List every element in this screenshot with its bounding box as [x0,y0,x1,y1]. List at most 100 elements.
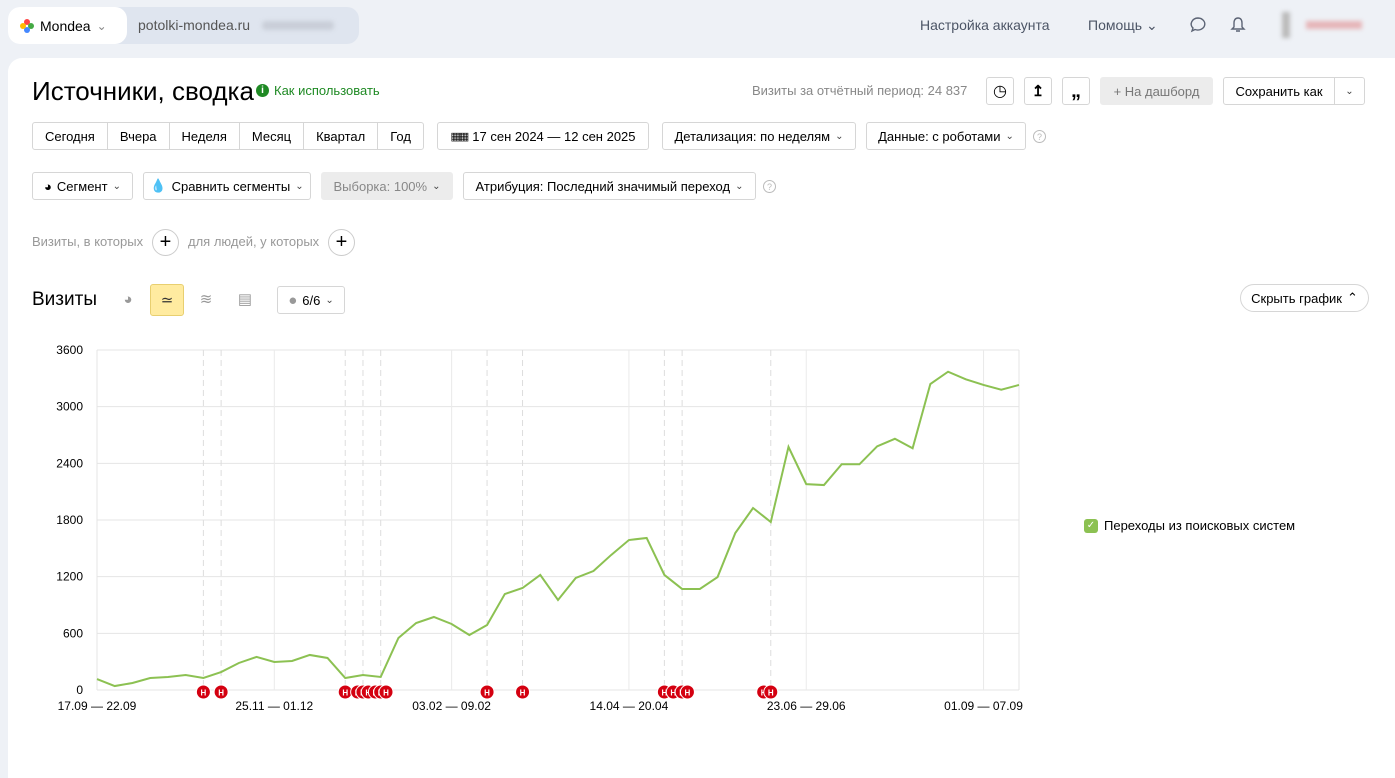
detail-label: Детализация: по неделям [674,128,831,144]
user-name-blurred[interactable] [1306,21,1362,29]
upload-icon: ↥ [1031,83,1045,100]
chevron-down-icon: ⌄ [835,130,844,142]
y-tick-label: 3000 [56,400,83,414]
annotation-marker-label: Н [685,689,691,698]
chevron-down-icon: ⌄ [295,180,304,192]
bell-icon[interactable] [1230,16,1246,34]
save-as-dropdown[interactable]: ⌄ [1334,77,1365,105]
x-tick-label: 25.11 — 01.12 [235,699,313,713]
period-month[interactable]: Месяц [240,123,305,149]
x-tick-label: 17.09 — 22.09 [58,699,137,713]
attribution-label: Атрибуция: Последний значимый переход [475,178,731,194]
attribution-dropdown[interactable]: Атрибуция: Последний значимый переход ⌄ [463,172,756,200]
how-to-label: Как использовать [274,83,380,98]
counter-selector[interactable]: Mondea ⌄ [8,7,127,44]
hide-chart-label: Скрыть график [1251,290,1342,306]
chevron-down-icon: ⌄ [432,180,441,192]
annotation-marker-label: Н [218,689,224,698]
chevron-up-icon: ⌃ [1346,290,1358,305]
annotation-marker-label: Н [768,689,774,698]
to-dashboard-button[interactable]: + На дашборд [1100,77,1213,105]
sample-dropdown[interactable]: Выборка: 100% ⌄ [321,172,453,200]
period-year[interactable]: Год [378,123,423,149]
how-to-link[interactable]: i Как использовать [256,83,380,98]
clock-icon: ◷ [993,83,1007,100]
quote-icon: „ [1071,79,1081,102]
annotation-marker-label: Н [484,689,490,698]
chevron-down-icon: ⌄ [96,18,107,33]
compare-label: Сравнить сегменты [171,178,291,194]
hide-chart-button[interactable]: Скрыть график ⌃ [1240,284,1369,312]
chevron-down-icon: ⌄ [1345,85,1354,97]
series-line [96,370,1020,688]
account-settings-link[interactable]: Настройка аккаунта [920,17,1050,33]
date-range-picker[interactable]: ▦▦ 17 сен 2024 — 12 сен 2025 [437,122,649,150]
legend-item[interactable]: ✓ Переходы из поисковых систем [1084,518,1295,533]
segment-label: Сегмент [56,178,108,194]
annotation-marker-label: Н [383,689,389,698]
help-menu[interactable]: Помощь ⌄ [1088,17,1158,34]
add-visit-condition-button[interactable]: + [152,229,179,256]
pie-chart-icon[interactable]: ◕ [115,286,141,312]
chevron-down-icon: ⌄ [1005,130,1014,142]
export-button[interactable]: ↥ [1024,77,1052,105]
y-tick-label: 1200 [56,570,83,584]
avatar[interactable] [1282,12,1290,38]
chevron-down-icon: ⌄ [325,294,334,306]
segment-dropdown[interactable]: ◕ Сегмент ⌄ [32,172,133,200]
period-today[interactable]: Сегодня [33,123,108,149]
chevron-down-icon: ⌄ [1145,17,1158,33]
period-quarter[interactable]: Квартал [304,123,379,149]
site-name: potolki-mondea.ru [138,17,251,33]
date-range-label: 17 сен 2024 — 12 сен 2025 [472,128,636,144]
comment-icon: ● [288,291,298,309]
annotations-dropdown[interactable]: ● 6/6 ⌄ [277,286,345,314]
x-tick-label: 03.02 — 09.02 [412,699,491,713]
chat-icon[interactable] [1189,16,1207,34]
y-tick-label: 3600 [56,343,83,357]
annotations-count: 6/6 [302,292,321,308]
period-week[interactable]: Неделя [170,123,240,149]
y-tick-label: 0 [76,683,83,697]
chevron-down-icon: ⌄ [112,180,121,192]
help-icon[interactable]: ? [763,180,776,193]
period-selector: Сегодня Вчера Неделя Месяц Квартал Год [32,122,424,150]
chevron-down-icon: ⌄ [735,180,744,192]
pie-icon: ◕ [44,178,52,194]
info-icon: i [256,84,269,97]
area-chart-icon[interactable]: ≋ [193,286,219,312]
history-button[interactable]: ◷ [986,77,1014,105]
add-people-condition-button[interactable]: + [328,229,355,256]
x-tick-label: 14.04 — 20.04 [590,699,669,713]
counter-id-blurred [262,21,334,30]
sample-label: Выборка: 100% [333,178,428,194]
compare-segments-dropdown[interactable]: 💧 Сравнить сегменты ⌄ [143,172,311,200]
annotation-marker-label: Н [200,689,206,698]
chart-title: Визиты [32,289,97,310]
page-title: Источники, сводка [32,76,254,106]
legend-label: Переходы из поисковых систем [1104,518,1296,533]
counter-name: Mondea [40,17,91,34]
visits-total: Визиты за отчётный период: 24 837 [752,83,968,98]
line-chart-icon[interactable]: ≃ [150,284,184,316]
y-tick-label: 2400 [56,456,83,470]
y-tick-label: 1800 [56,513,83,527]
annotation-marker-label: Н [520,689,526,698]
period-yesterday[interactable]: Вчера [108,123,170,149]
bar-chart-icon[interactable]: ▤ [232,286,258,312]
checkbox-checked-icon[interactable]: ✓ [1084,518,1098,533]
drops-icon: 💧 [150,178,167,193]
visits-line-chart: 0 600 1200 1800 2400 3000 3600 17.09 — 22.09 25.… [56,343,1023,713]
quote-button[interactable]: „ [1062,77,1090,105]
mondea-logo-icon [20,18,34,33]
people-condition-label: для людей, у которых [188,234,320,249]
detail-dropdown[interactable]: Детализация: по неделям ⌄ [662,122,856,150]
help-icon[interactable]: ? [1033,130,1046,143]
x-tick-label: 23.06 — 29.06 [767,699,846,713]
data-dropdown[interactable]: Данные: с роботами ⌄ [866,122,1026,150]
y-tick-label: 600 [63,626,83,640]
x-tick-label: 01.09 — 07.09 [944,699,1023,713]
help-label: Помощь [1088,17,1143,33]
annotation-marker-label: Н [342,689,348,698]
save-as-button[interactable]: Сохранить как [1223,77,1335,105]
